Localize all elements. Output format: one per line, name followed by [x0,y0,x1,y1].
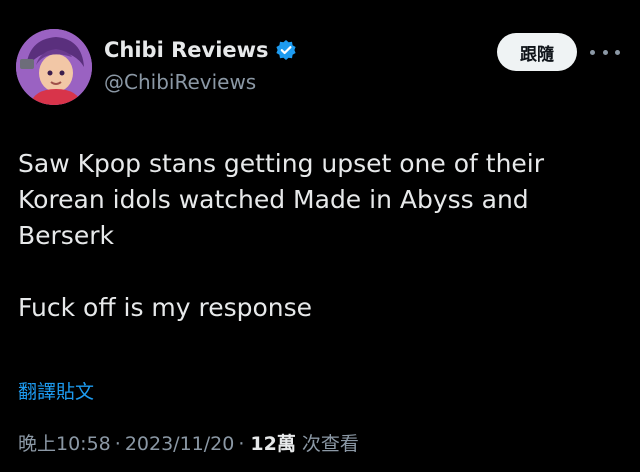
tweet-time[interactable]: 晚上10:58 [18,429,111,456]
dot [602,49,608,55]
avatar-image [16,29,92,105]
author-handle[interactable]: @ChibiReviews [104,70,256,94]
tweet-date[interactable]: 2023/11/20 [125,433,235,455]
more-options-icon[interactable] [590,40,620,64]
author-display-name[interactable]: Chibi Reviews [104,38,269,62]
views-label: 次查看 [301,433,359,455]
author-name-row: Chibi Reviews [104,38,297,62]
separator: · [238,433,245,455]
dot [615,49,620,55]
verified-badge-icon[interactable] [275,39,297,61]
tweet-paragraph: Fuck off is my response [18,293,313,322]
tweet-card: Chibi Reviews @ChibiReviews 跟隨 Saw Kpop … [0,0,640,472]
tweet-text: Saw Kpop stans getting upset one of thei… [18,146,618,326]
tweet-paragraph: Saw Kpop stans getting upset one of thei… [18,149,545,250]
dot [590,49,595,55]
follow-button[interactable]: 跟隨 [497,33,577,71]
tweet-meta: 晚上10:58 · 2023/11/20 · 12萬 次查看 [18,429,359,456]
separator: · [114,433,121,455]
views-count[interactable]: 12萬 [250,429,295,456]
translate-post-link[interactable]: 翻譯貼文 [18,377,94,404]
avatar[interactable] [16,29,92,105]
